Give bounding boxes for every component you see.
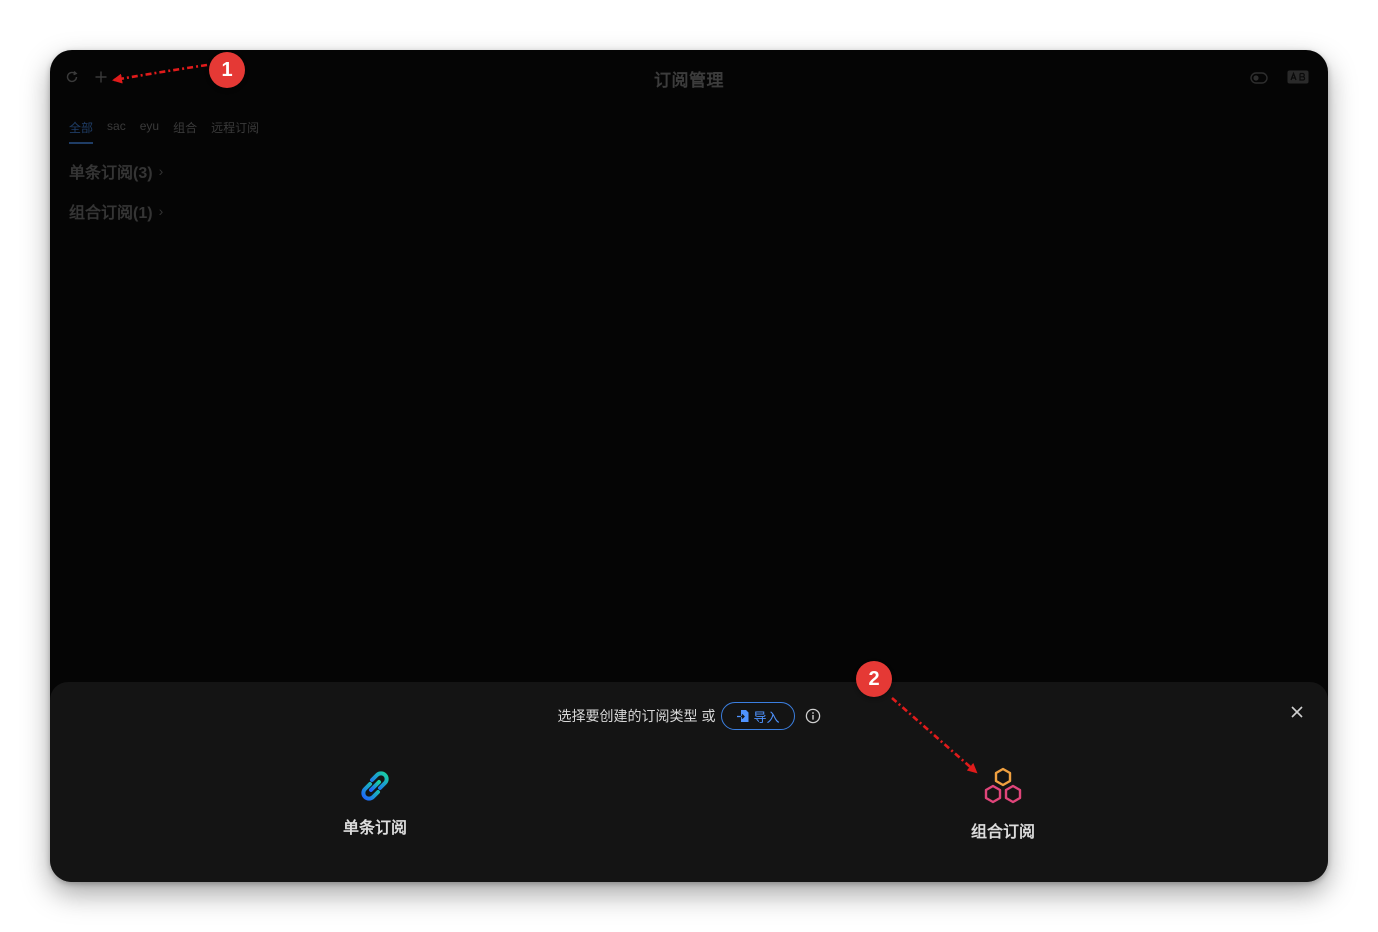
toggle-button[interactable]: [1250, 69, 1268, 87]
tab-all[interactable]: 全部: [69, 119, 94, 144]
group-combo-label: 组合订阅(1): [69, 205, 153, 222]
combo-subscription-label: 组合订阅: [970, 824, 1035, 841]
combo-subscription-option[interactable]: 组合订阅: [933, 766, 1073, 842]
import-button[interactable]: 导入: [721, 702, 795, 730]
create-type-sheet: 选择要创建的订阅类型 或 导入 单条订阅 组合订阅: [50, 682, 1328, 882]
tab-combo[interactable]: 组合: [173, 119, 197, 144]
group-single-label: 单条订阅(3): [69, 165, 153, 182]
sheet-or: 或: [701, 708, 716, 724]
tab-remote[interactable]: 远程订阅: [211, 119, 259, 144]
ab-button[interactable]: [1286, 68, 1310, 86]
chevron-right-icon: ›: [158, 163, 164, 179]
single-subscription-option[interactable]: 单条订阅: [305, 766, 445, 838]
ab-icon: [1287, 70, 1309, 84]
close-icon: [1291, 706, 1303, 718]
tab-eyu[interactable]: eyu: [140, 119, 159, 144]
annotation-badge-2: 2: [856, 661, 892, 697]
app-window: 订阅管理 全部 sac eyu 组合 远程订阅 单条订阅(3) › 组合订阅(1…: [50, 50, 1328, 882]
toggle-icon: [1250, 72, 1268, 84]
hexagons-icon: [984, 767, 1022, 804]
tab-sac[interactable]: sac: [107, 119, 126, 144]
single-subscription-label: 单条订阅: [342, 820, 407, 837]
filter-tabs: 全部 sac eyu 组合 远程订阅: [69, 119, 259, 144]
file-import-icon: [737, 710, 749, 722]
group-single[interactable]: 单条订阅(3) ›: [69, 159, 163, 183]
info-button[interactable]: [805, 708, 821, 724]
link-icon: [361, 771, 389, 801]
annotation-badge-1: 1: [209, 52, 245, 88]
info-icon: [805, 708, 820, 724]
import-label: 导入: [753, 709, 780, 725]
chevron-right-icon: ›: [158, 203, 164, 219]
group-combo[interactable]: 组合订阅(1) ›: [69, 199, 163, 223]
sheet-prompt: 选择要创建的订阅类型: [557, 708, 698, 724]
close-button[interactable]: [1288, 703, 1306, 721]
sheet-header: 选择要创建的订阅类型 或 导入: [50, 702, 1328, 730]
